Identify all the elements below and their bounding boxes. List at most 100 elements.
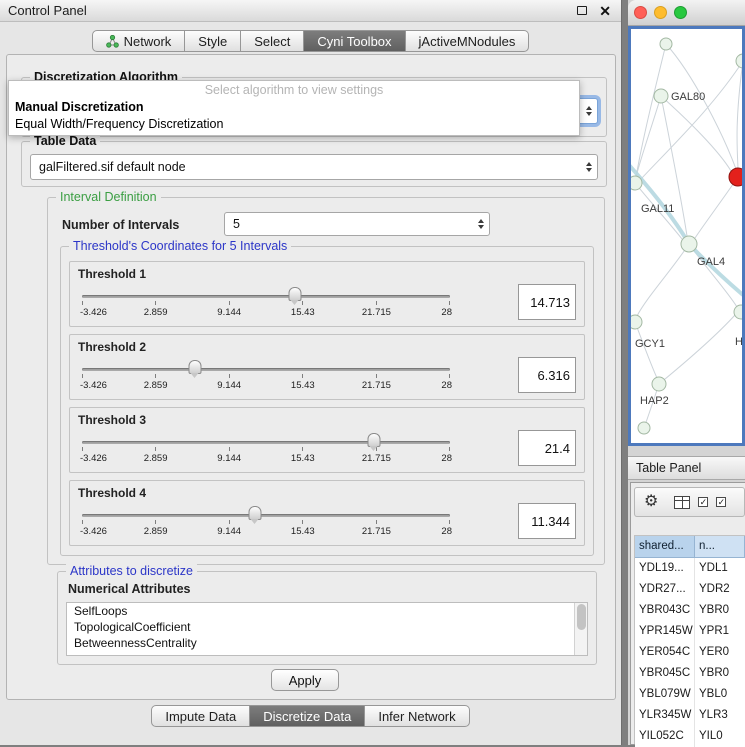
table-row[interactable]: YDR27... YDR2 [635, 579, 745, 600]
cell-name[interactable]: YBL0 [695, 684, 745, 705]
scrollbar-thumb[interactable] [577, 604, 586, 630]
cell-name[interactable]: YBR0 [695, 663, 745, 684]
column-header-name[interactable]: n... [695, 536, 745, 558]
slider-thumb[interactable] [189, 360, 202, 374]
threshold-value-field[interactable]: 21.4 [518, 430, 576, 466]
dropdown-option-manual-discretization[interactable]: Manual Discretization [9, 99, 579, 116]
table-row[interactable]: YLR345W YLR3 [635, 705, 745, 726]
threshold-list: Threshold 1 -3.426 2.859 9. [61, 261, 593, 553]
threshold-value-field[interactable]: 6.316 [518, 357, 576, 393]
cell-shared-name[interactable]: YIL052C [635, 726, 695, 747]
network-node[interactable] [660, 38, 672, 50]
interval-definition-group: Interval Definition Number of Intervals … [47, 197, 605, 565]
control-panel-window: Control Panel ✕ Network Style Select Cyn… [0, 0, 622, 745]
slider-thumb[interactable] [367, 433, 380, 447]
cell-name[interactable]: YDL1 [695, 558, 745, 579]
group-title-attributes: Attributes to discretize [66, 564, 197, 579]
threshold-slider[interactable]: -3.426 2.859 9.144 15.43 21.715 28 [80, 432, 452, 470]
tab-style-label: Style [198, 34, 227, 49]
tab-jactivemnodules[interactable]: jActiveMNodules [406, 30, 530, 52]
slider-track[interactable] [82, 368, 450, 371]
slider-track[interactable] [82, 441, 450, 444]
float-window-icon[interactable] [577, 6, 587, 15]
close-icon[interactable]: ✕ [599, 4, 611, 18]
slider-track[interactable] [82, 514, 450, 517]
table-data-combo[interactable]: galFiltered.sif default node [30, 154, 598, 180]
tab-impute-data[interactable]: Impute Data [151, 705, 250, 727]
column-header-shared-name[interactable]: shared... [635, 536, 695, 558]
network-view[interactable]: GAL80 GAL11 GAL4 GCY1 HAP2 H [628, 26, 745, 446]
cell-shared-name[interactable]: YLR345W [635, 705, 695, 726]
tick-label: 9.144 [217, 526, 241, 537]
gear-icon[interactable]: ⚙ [644, 494, 658, 510]
table-row[interactable]: YBL079W YBL0 [635, 684, 745, 705]
table-row[interactable]: YPR145W YPR1 [635, 621, 745, 642]
tick-label: 9.144 [217, 307, 241, 318]
tick-label: 28 [441, 453, 452, 464]
cell-shared-name[interactable]: YDR27... [635, 579, 695, 600]
cell-name[interactable]: YDR2 [695, 579, 745, 600]
network-node[interactable] [736, 54, 742, 68]
combo-stepper-icon [586, 162, 592, 172]
tick-labels: -3.426 2.859 9.144 15.43 21.715 28 [82, 380, 450, 392]
cell-name[interactable]: YER0 [695, 642, 745, 663]
list-item[interactable]: TopologicalCoefficient [67, 619, 587, 635]
threshold-slider[interactable]: -3.426 2.859 9.144 15.43 21.715 28 [80, 359, 452, 397]
table-row[interactable]: YBR043C YBR0 [635, 600, 745, 621]
cell-shared-name[interactable]: YDL19... [635, 558, 695, 579]
number-of-intervals-combo[interactable]: 5 [224, 212, 490, 236]
cell-name[interactable]: YLR3 [695, 705, 745, 726]
cell-shared-name[interactable]: YBR045C [635, 663, 695, 684]
threshold-slider[interactable]: -3.426 2.859 9.144 15.43 21.715 28 [80, 286, 452, 324]
cell-name[interactable]: YBR0 [695, 600, 745, 621]
slider-thumb[interactable] [248, 506, 261, 520]
slider-thumb[interactable] [288, 287, 301, 301]
threshold-slider[interactable]: -3.426 2.859 9.144 15.43 21.715 28 [80, 505, 452, 543]
network-node-gal80[interactable] [654, 89, 668, 103]
minimize-button[interactable] [654, 6, 667, 19]
close-button[interactable] [634, 6, 647, 19]
cell-shared-name[interactable]: YER054C [635, 642, 695, 663]
cell-shared-name[interactable]: YPR145W [635, 621, 695, 642]
table-row[interactable]: YIL052C YIL0 [635, 726, 745, 747]
tab-discretize-data[interactable]: Discretize Data [250, 705, 365, 727]
select-all-icon-2[interactable]: ✓ [716, 497, 726, 507]
threshold-value-field[interactable]: 11.344 [518, 503, 576, 539]
network-canvas[interactable]: GAL80 GAL11 GAL4 GCY1 HAP2 H [631, 29, 742, 443]
table-row[interactable]: YBR045C YBR0 [635, 663, 745, 684]
numerical-attributes-list[interactable]: SelfLoops TopologicalCoefficient Between… [66, 602, 588, 656]
tab-infer-network[interactable]: Infer Network [365, 705, 469, 727]
network-node-gal4[interactable] [681, 236, 697, 252]
slider-track[interactable] [82, 295, 450, 298]
tab-style[interactable]: Style [185, 30, 241, 52]
network-node-gal11[interactable] [631, 176, 642, 190]
cell-shared-name[interactable]: YBL079W [635, 684, 695, 705]
cell-name[interactable]: YIL0 [695, 726, 745, 747]
threshold-value-field[interactable]: 14.713 [518, 284, 576, 320]
apply-button[interactable]: Apply [271, 669, 339, 691]
column-manager-icon[interactable] [674, 496, 690, 509]
list-item[interactable]: SelfLoops [67, 603, 587, 619]
list-item[interactable]: BetweennessCentrality [67, 635, 587, 651]
network-node-gcy1[interactable] [631, 315, 642, 329]
select-all-icon[interactable]: ✓ [698, 497, 708, 507]
table-row[interactable]: YDL19... YDL1 [635, 558, 745, 579]
tab-cyni-toolbox[interactable]: Cyni Toolbox [304, 30, 405, 52]
network-node[interactable] [734, 305, 742, 319]
attribute-table: shared... n... YDL19... YDL1 YDR27... YD… [634, 535, 745, 744]
tick-label: -3.426 [80, 380, 107, 391]
threshold-label: Threshold 1 [78, 267, 146, 281]
dropdown-option-equal-width[interactable]: Equal Width/Frequency Discretization [9, 116, 579, 133]
tab-select[interactable]: Select [241, 30, 304, 52]
zoom-button[interactable] [674, 6, 687, 19]
network-window: GAL80 GAL11 GAL4 GCY1 HAP2 H Table Panel… [628, 0, 745, 745]
cell-name[interactable]: YPR1 [695, 621, 745, 642]
tab-network[interactable]: Network [92, 30, 186, 52]
network-node[interactable] [638, 422, 650, 434]
network-node-hap2[interactable] [652, 377, 666, 391]
list-scrollbar[interactable] [574, 603, 587, 655]
table-row[interactable]: YER054C YER0 [635, 642, 745, 663]
network-node-selected-red[interactable] [729, 168, 742, 186]
tick-label: 21.715 [362, 526, 391, 537]
cell-shared-name[interactable]: YBR043C [635, 600, 695, 621]
